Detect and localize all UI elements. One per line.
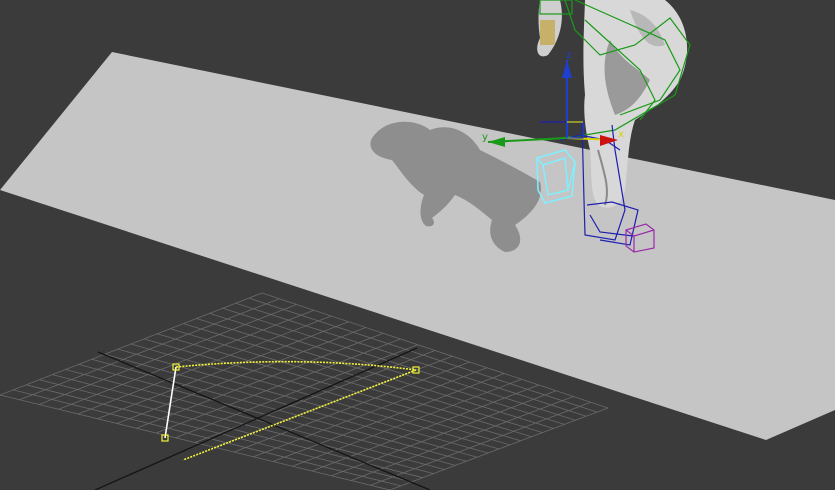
3d-viewport[interactable]: z x y [0, 0, 835, 490]
gizmo-y-label: y [482, 132, 488, 143]
gizmo-z-label: z [566, 50, 571, 61]
viewport-scene[interactable]: z x y [0, 0, 835, 490]
gizmo-x-label: x [618, 129, 624, 140]
